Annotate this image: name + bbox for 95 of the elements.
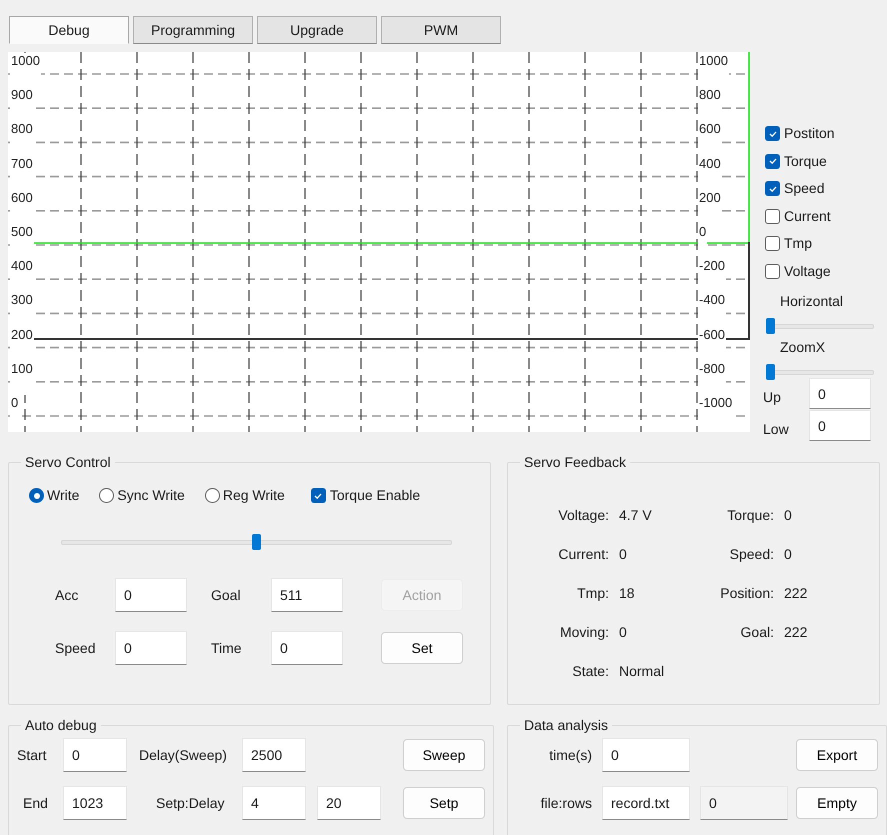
tab[interactable]: PWM (381, 16, 501, 44)
checkbox-icon[interactable] (765, 264, 780, 279)
feedback-label: Tmp: (576, 584, 610, 603)
feedback-label: Current: (557, 545, 610, 564)
radio-selected-icon[interactable] (29, 488, 44, 503)
field-label: Up (763, 388, 782, 407)
checkbox-label: Speed (784, 179, 824, 198)
checkbox-label: Voltage (784, 262, 831, 281)
feedback-value: 0 (618, 623, 628, 642)
feedback-label: Goal: (740, 623, 775, 642)
checkbox-label: Current (784, 206, 831, 226)
feedback-label: State: (571, 662, 610, 681)
text-field[interactable]: 1023 (63, 786, 127, 820)
text-field[interactable]: 0 (700, 786, 788, 820)
checkbox-checked-icon[interactable] (765, 181, 780, 196)
action-button[interactable]: Set (381, 632, 463, 664)
radio-label: Reg Write (222, 486, 285, 505)
axis-tick-label: 200 (10, 326, 34, 361)
action-button[interactable]: Export (796, 739, 878, 771)
checkbox-icon[interactable] (765, 236, 780, 252)
checkbox-checked-icon[interactable] (765, 154, 780, 169)
axis-tick-label: 400 (10, 258, 34, 292)
slider[interactable] (61, 534, 452, 550)
group-title: Auto debug (24, 716, 98, 735)
group-title: Servo Feedback (523, 453, 627, 472)
tab[interactable]: Upgrade (257, 16, 377, 44)
feedback-label: Moving: (558, 623, 610, 642)
action-button[interactable]: Setp (403, 787, 485, 819)
text-field[interactable]: 0 (271, 631, 343, 665)
checkbox-icon[interactable] (765, 208, 780, 224)
text-field[interactable]: 0 (809, 378, 871, 409)
radio-label: Sync Write (117, 486, 185, 505)
feedback-value: 0 (618, 545, 628, 564)
checkbox-checked-icon[interactable] (765, 126, 780, 142)
axis-tick-label: 900 (10, 87, 34, 122)
axis-tick-label: 500 (10, 224, 34, 258)
feedback-value: 18 (618, 584, 636, 603)
tab[interactable]: Programming (133, 16, 253, 44)
action-button[interactable]: Empty (796, 787, 878, 819)
radio-label: Write (47, 486, 80, 505)
field-label: file:rows (540, 794, 593, 812)
slider-thumb[interactable] (766, 364, 775, 380)
feedback-value: 222 (783, 584, 808, 603)
checkbox-label: Torque (784, 152, 827, 171)
axis-tick-label: 600 (10, 190, 34, 224)
tab[interactable]: Debug (9, 16, 129, 44)
slider-label: ZoomX (779, 338, 826, 357)
axis-tick-label: 1000 (10, 53, 41, 88)
field-label: Acc (55, 586, 80, 604)
axis-tick-label: 300 (10, 292, 34, 326)
feedback-value: 0 (783, 545, 793, 564)
text-field[interactable]: 0 (115, 631, 187, 665)
checkbox-label: Postiton (784, 124, 835, 144)
feedback-value: Normal (618, 662, 666, 681)
field-label: Delay(Sweep) (138, 746, 228, 765)
field-label: time(s) (548, 746, 593, 765)
radio-icon[interactable] (204, 488, 220, 503)
axis-tick-label: 700 (10, 156, 34, 190)
action-button[interactable]: Sweep (403, 739, 485, 771)
field-label: End (22, 794, 49, 812)
slider-label: Horizontal (779, 292, 844, 311)
feedback-label: Voltage: (557, 506, 610, 525)
checkbox-label: Torque Enable (330, 486, 420, 505)
text-field[interactable]: 0 (63, 738, 127, 772)
feedback-label: Position: (719, 584, 775, 603)
feedback-value: 4.7 V (618, 506, 653, 525)
field-label: Speed (55, 638, 96, 658)
text-field[interactable]: 4 (242, 786, 306, 820)
field-label: Low (763, 420, 790, 439)
group-title: Data analysis (523, 716, 610, 735)
feedback-value: 0 (783, 506, 793, 525)
slider-thumb[interactable] (252, 534, 261, 550)
field-label: Start (17, 746, 48, 764)
radio-icon[interactable] (99, 488, 114, 503)
feedback-label: Speed: (728, 545, 775, 564)
slider[interactable] (766, 318, 874, 334)
text-field[interactable]: record.txt (602, 786, 690, 820)
axis-tick-label: 800 (10, 121, 34, 156)
checkbox-label: Tmp (784, 234, 812, 254)
feedback-label: Torque: (726, 506, 775, 525)
text-field[interactable]: 2500 (242, 738, 306, 772)
text-field[interactable]: 0 (809, 410, 871, 441)
text-field[interactable]: 20 (317, 786, 381, 820)
checkbox-checked-icon[interactable] (310, 488, 326, 503)
text-field[interactable]: 0 (602, 738, 690, 772)
slider[interactable] (766, 364, 874, 380)
field-label: Goal (211, 586, 242, 604)
feedback-value: 222 (783, 623, 808, 642)
group-title: Servo Control (24, 453, 112, 472)
field-label: Setp:Delay (155, 794, 226, 813)
text-field[interactable]: 511 (271, 578, 343, 612)
field-label: Time (211, 638, 243, 658)
text-field[interactable]: 0 (115, 578, 187, 612)
slider-thumb[interactable] (766, 318, 775, 334)
axis-tick-label: 100 (10, 360, 34, 395)
